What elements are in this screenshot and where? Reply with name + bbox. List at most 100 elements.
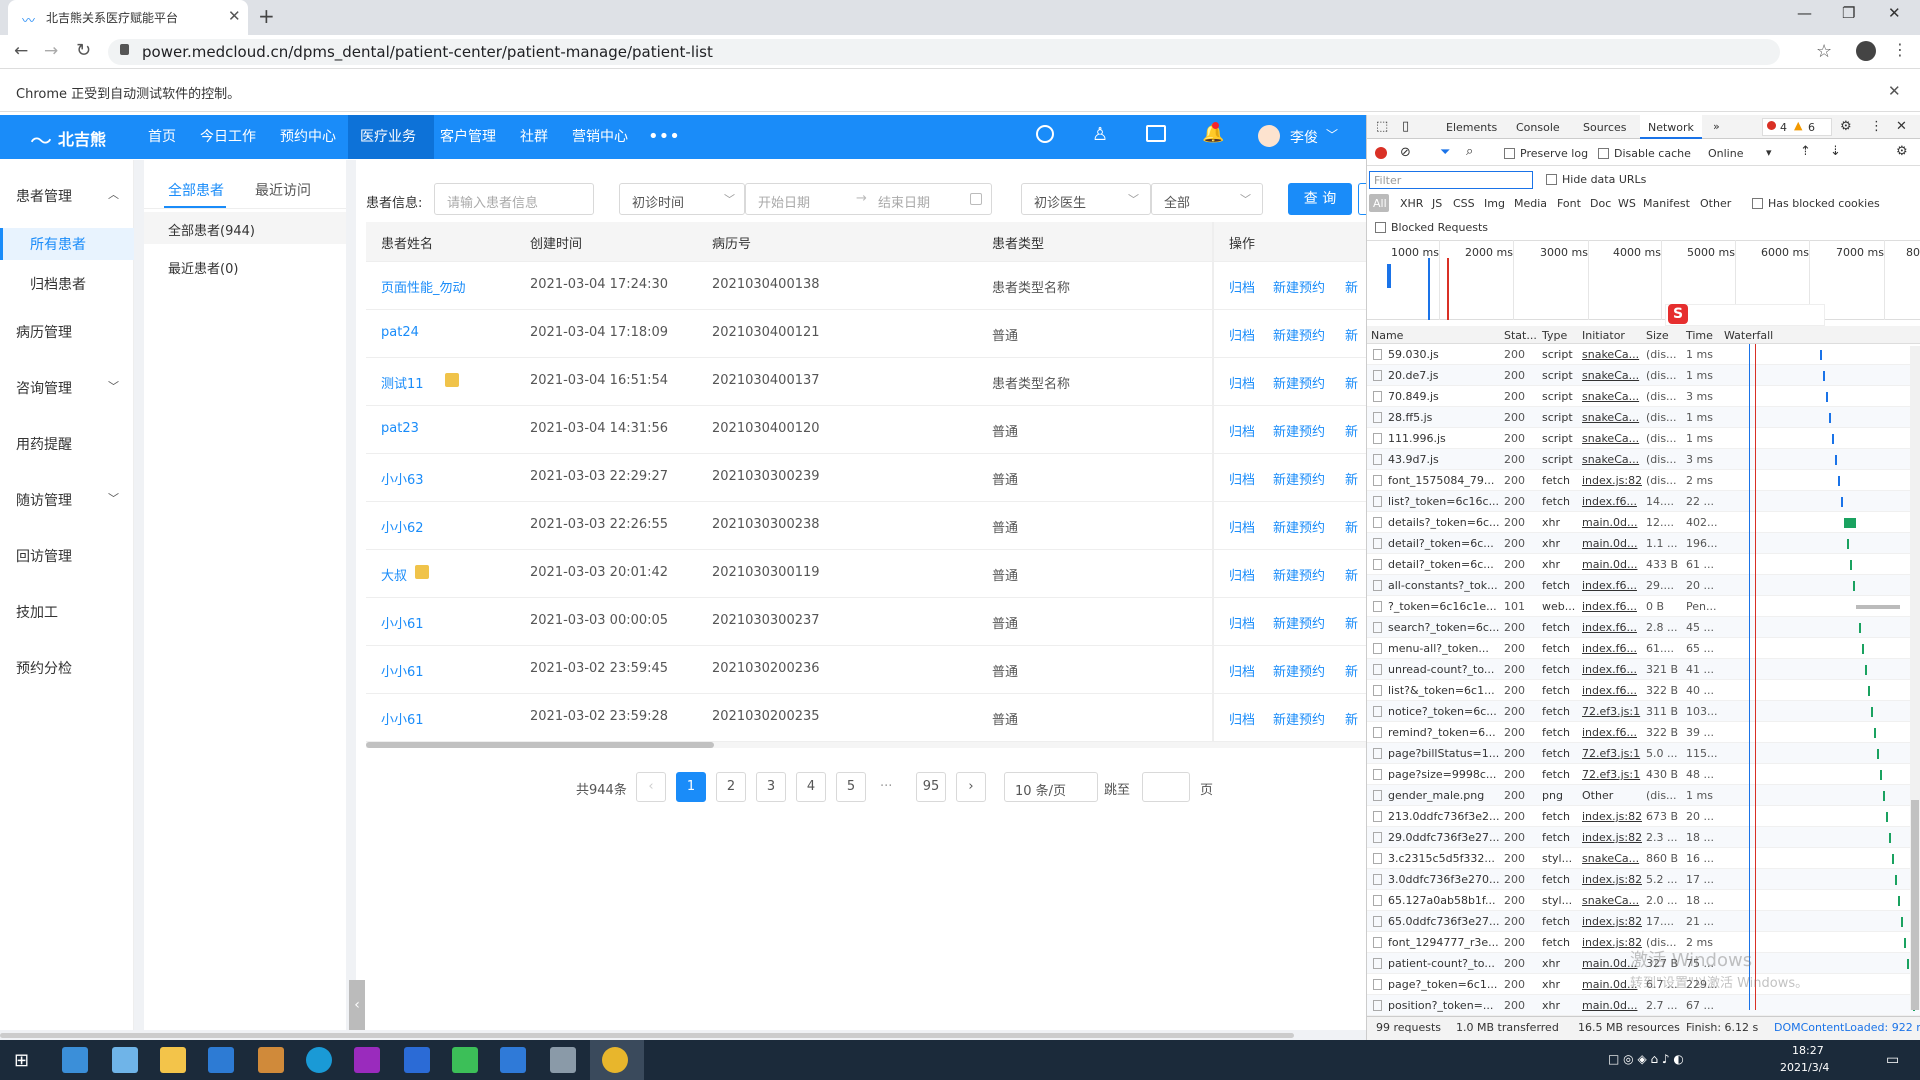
bookmark-star-icon[interactable]: ☆ [1816,41,1832,62]
col-size[interactable]: Size [1646,329,1669,342]
blocked-cookies-checkbox[interactable] [1752,198,1763,209]
type-other[interactable]: Other [1700,197,1731,210]
more-action-link[interactable]: 新 [1345,613,1366,632]
devtools-tab-console[interactable]: Console [1516,121,1560,134]
archive-link[interactable]: 归档 [1229,277,1255,296]
sidebar-item-all-patients[interactable]: 所有患者 [30,234,86,254]
req-initiator[interactable]: index.f6... [1582,726,1642,739]
chevron-down-icon[interactable]: ﹀ [108,490,119,506]
req-initiator[interactable]: 72.ef3.js:1 [1582,768,1642,781]
req-initiator[interactable]: index.js:82 [1582,474,1642,487]
patient-name-link[interactable]: 小小62 [381,517,424,536]
sidebar-item-records[interactable]: 病历管理 [16,322,72,342]
chevron-down-icon[interactable]: ▾ [1766,146,1772,159]
new-appointment-link[interactable]: 新建预约 [1273,277,1325,296]
new-appointment-link[interactable]: 新建预约 [1273,613,1325,632]
patient-name-link[interactable]: 页面性能_勿动 [381,277,466,296]
date-type-select[interactable]: 初诊时间 ﹀ [619,183,745,215]
req-initiator[interactable]: index.js:82 [1582,810,1642,823]
sidebar-item-revisit[interactable]: 回访管理 [16,546,72,566]
type-manifest[interactable]: Manifest [1643,197,1690,210]
sidebar-item-triage[interactable]: 预约分检 [16,658,72,678]
page-1[interactable]: 1 [676,772,706,802]
archive-link[interactable]: 归档 [1229,325,1255,344]
archive-app-icon[interactable] [258,1047,284,1073]
disable-cache-checkbox[interactable] [1598,148,1609,159]
new-appointment-link[interactable]: 新建预约 [1273,565,1325,584]
type-css[interactable]: CSS [1453,197,1475,210]
group-all-patients[interactable]: 全部患者(944) [168,220,255,239]
device-toggle-icon[interactable]: ▯ [1402,119,1409,134]
more-action-link[interactable]: 新 [1345,709,1366,728]
more-action-link[interactable]: 新 [1345,565,1366,584]
collapse-panel-handle[interactable]: ‹ [349,980,365,1030]
avatar[interactable] [1258,125,1280,147]
prev-page-button[interactable]: ‹ [636,772,666,802]
chevron-up-icon[interactable]: ︿ [108,186,119,202]
nav-more-icon[interactable]: ••• [648,115,680,159]
req-initiator[interactable]: index.js:82 [1582,873,1642,886]
rp-app-icon[interactable] [354,1047,380,1073]
archive-link[interactable]: 归档 [1229,517,1255,536]
inspect-icon[interactable]: ⬚ [1376,119,1388,134]
type-doc[interactable]: Doc [1590,197,1611,210]
more-action-link[interactable]: 新 [1345,517,1366,536]
req-initiator[interactable]: Other [1582,789,1642,802]
page-3[interactable]: 3 [756,772,786,802]
req-initiator[interactable]: main.0d... [1582,537,1642,550]
req-initiator[interactable]: snakeCa... [1582,390,1642,403]
type-img[interactable]: Img [1484,197,1505,210]
type-all[interactable]: All [1373,197,1387,210]
patient-name-link[interactable]: pat23 [381,421,419,436]
req-initiator[interactable]: snakeCa... [1582,852,1642,865]
chevron-down-icon[interactable]: ﹀ [108,378,119,394]
new-appointment-link[interactable]: 新建预约 [1273,421,1325,440]
patient-name-link[interactable]: 小小61 [381,709,424,728]
more-action-link[interactable]: 新 [1345,469,1366,488]
type-xhr[interactable]: XHR [1400,197,1423,210]
pycharm-app-icon[interactable] [452,1047,478,1073]
next-page-button[interactable]: › [956,772,986,802]
sidebar-item-lab[interactable]: 技加工 [16,602,58,622]
close-tab-icon[interactable]: ✕ [228,7,241,25]
doctor-select[interactable]: 初诊医生 ﹀ [1021,183,1151,215]
sidebar-item-patient-manage[interactable]: 患者管理 [16,186,72,206]
col-initiator[interactable]: Initiator [1582,329,1625,342]
req-initiator[interactable]: index.f6... [1582,663,1642,676]
export-har-icon[interactable]: ⇣ [1830,144,1841,159]
patient-name-link[interactable]: 小小61 [381,661,424,680]
archive-link[interactable]: 归档 [1229,469,1255,488]
page-4[interactable]: 4 [796,772,826,802]
req-initiator[interactable]: main.0d... [1582,558,1642,571]
type-media[interactable]: Media [1514,197,1547,210]
blocked-requests-checkbox[interactable] [1375,222,1386,233]
reset-button[interactable] [1358,183,1366,215]
archive-link[interactable]: 归档 [1229,661,1255,680]
network-settings-icon[interactable]: ⚙ [1896,144,1908,159]
new-appointment-link[interactable]: 新建预约 [1273,661,1325,680]
req-initiator[interactable]: index.f6... [1582,642,1642,655]
patient-name-link[interactable]: 测试11 [381,373,424,392]
req-initiator[interactable]: index.f6... [1582,684,1642,697]
devtools-tab-sources[interactable]: Sources [1583,121,1627,134]
notification-center-icon[interactable]: ▭ [1886,1052,1899,1068]
new-appointment-link[interactable]: 新建预约 [1273,373,1325,392]
table-scrollbar-thumb[interactable] [366,742,714,748]
req-initiator[interactable]: snakeCa... [1582,369,1642,382]
nav-customer[interactable]: 客户管理 [440,115,496,159]
archive-link[interactable]: 归档 [1229,373,1255,392]
chevron-down-icon[interactable]: ﹀ [1326,126,1338,143]
patient-name-link[interactable]: 大叔 [381,565,407,584]
query-button[interactable]: 查 询 [1288,183,1352,215]
user-name[interactable]: 李俊 [1290,127,1318,147]
jump-page-input[interactable] [1142,772,1190,802]
record-icon[interactable] [1375,147,1387,159]
new-appointment-link[interactable]: 新建预约 [1273,709,1325,728]
profile-avatar-icon[interactable] [1856,41,1876,61]
sogou-ime-icon[interactable]: S [1668,304,1688,324]
chrome-menu-icon[interactable]: ⋮ [1892,40,1908,59]
network-filter-input[interactable]: Filter [1369,171,1533,189]
new-appointment-link[interactable]: 新建预约 [1273,325,1325,344]
nav-medical[interactable]: 医疗业务 [360,115,416,159]
edge-app-icon[interactable] [306,1047,332,1073]
